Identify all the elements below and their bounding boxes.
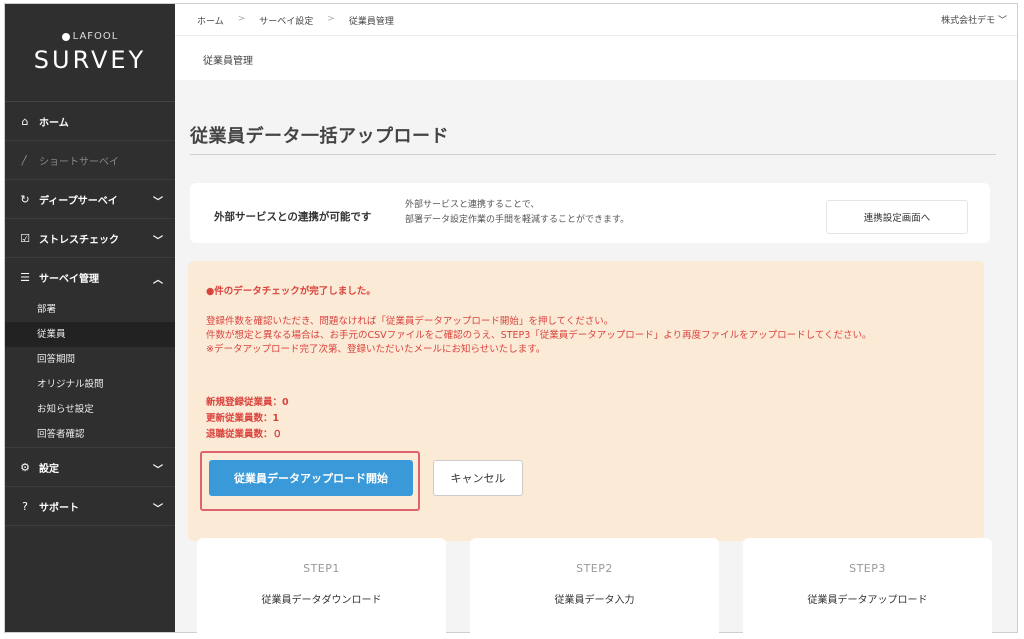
sidebar-item-support[interactable]: ? サポート ﹀: [5, 487, 175, 526]
submenu-item-department[interactable]: 部署: [5, 297, 175, 322]
company-selector[interactable]: 株式会社デモ ﹀: [941, 13, 1007, 26]
brand-title: SURVEY: [33, 46, 147, 74]
company-name: 株式会社デモ: [941, 16, 996, 26]
sliders-icon: ☰: [20, 271, 30, 284]
external-service-label: 外部サービスとの連携が可能です: [214, 211, 372, 223]
step-name: 従業員データダウンロード: [261, 595, 382, 606]
new-employee-count: 新規登録従業員：0: [206, 397, 289, 408]
retired-employee-count: 退職従業員数：０: [206, 429, 283, 440]
notice-body: 登録件数を確認いただき、問題なければ「従業員データアップロード開始」を押してくだ…: [206, 315, 966, 357]
step-name: 従業員データ入力: [554, 595, 635, 606]
home-icon: ⌂: [21, 114, 29, 128]
chevron-down-icon: ﹀: [997, 16, 1007, 26]
sidebar-item-label: サポート: [39, 502, 79, 514]
step-label: STEP3: [849, 562, 886, 575]
breadcrumb: ホーム > サーベイ設定 > 従業員管理: [197, 14, 394, 27]
sidebar-item-label: ディープサーベイ: [39, 195, 118, 207]
sidebar-item-label: 設定: [39, 463, 59, 475]
sidebar-item-label: サーベイ管理: [39, 274, 99, 285]
sidebar-item-settings[interactable]: ⚙ 設定 ﹀: [5, 448, 175, 487]
chevron-down-icon: ﹀: [153, 236, 163, 247]
submenu-item-respondent-check[interactable]: 回答者確認: [5, 422, 175, 447]
step-label: STEP2: [576, 562, 613, 575]
chevron-up-icon: ︿: [153, 275, 163, 286]
topbar: ホーム > サーベイ設定 > 従業員管理 株式会社デモ ﹀: [175, 4, 1017, 36]
start-button-highlight: 従業員データアップロード開始: [200, 451, 420, 511]
chevron-down-icon: ﹀: [153, 504, 163, 515]
external-service-card: 外部サービスとの連携が可能です 外部サービスと連携することで、 部署データ設定作…: [190, 183, 990, 243]
step-label: STEP1: [303, 562, 340, 575]
sidebar-item-stress-check[interactable]: ☑ ストレスチェック ﹀: [5, 219, 175, 258]
breadcrumb-survey-settings[interactable]: サーベイ設定: [259, 14, 313, 27]
sidebar-item-survey-admin[interactable]: ☰ サーベイ管理 ︿: [5, 258, 175, 297]
external-desc-line: 外部サービスと連携することで、: [405, 200, 540, 210]
external-desc-line: 部署データ設定作業の手間を軽減することができます。: [405, 215, 630, 225]
notice-headline: ●件のデータチェックが完了しました。: [206, 286, 376, 297]
submenu-item-answer-period[interactable]: 回答期間: [5, 347, 175, 372]
sidebar-item-label: ショートサーベイ: [39, 156, 119, 168]
data-check-notice: ●件のデータチェックが完了しました。 登録件数を確認いただき、問題なければ「従業…: [188, 261, 984, 541]
notice-line: ※データアップロード完了次第、登録いただいたメールにお知らせいたします。: [206, 344, 546, 355]
breadcrumb-separator-icon: >: [327, 14, 335, 24]
sidebar: LAFOOL SURVEY ⌂ ホーム 〳 ショートサーベイ ↻ ディープサーベ…: [5, 4, 175, 632]
submenu-item-original-questions[interactable]: オリジナル設問: [5, 372, 175, 397]
checkbox-icon: ☑: [20, 231, 30, 245]
title-divider: [190, 154, 996, 155]
logo-dot-icon: [61, 32, 70, 41]
sidebar-item-label: ストレスチェック: [39, 234, 119, 246]
sidebar-item-short-survey[interactable]: 〳 ショートサーベイ: [5, 141, 175, 180]
breadcrumb-separator-icon: >: [237, 14, 246, 24]
page-title: 従業員データ一括アップロード: [190, 126, 449, 147]
gear-icon: ⚙: [20, 460, 30, 474]
sidebar-item-home[interactable]: ⌂ ホーム: [5, 102, 175, 141]
notice-line: 件数が想定と異なる場合は、お手元のCSVファイルをご確認のうえ、STEP3「従業…: [206, 330, 872, 341]
updated-employee-count: 更新従業員数：1: [206, 413, 280, 424]
integration-settings-button[interactable]: 連携設定画面へ: [826, 200, 968, 234]
external-service-description: 外部サービスと連携することで、 部署データ設定作業の手間を軽減することができます…: [405, 198, 629, 228]
logo[interactable]: LAFOOL SURVEY: [5, 4, 175, 102]
submenu-item-notification-settings[interactable]: お知らせ設定: [5, 397, 175, 422]
step-card-3[interactable]: STEP3 従業員データアップロード: [743, 538, 992, 639]
question-icon: ?: [22, 499, 28, 513]
cancel-button[interactable]: キャンセル: [433, 460, 523, 496]
subheader: 従業員管理: [175, 36, 1017, 80]
chevron-down-icon: ﹀: [153, 465, 163, 476]
submenu-item-employee[interactable]: 従業員: [5, 322, 175, 347]
subheader-title: 従業員管理: [203, 56, 253, 67]
refresh-icon: ↻: [20, 192, 30, 206]
trend-icon: 〳: [19, 154, 31, 167]
notice-line: 登録件数を確認いただき、問題なければ「従業員データアップロード開始」を押してくだ…: [206, 316, 614, 327]
breadcrumb-current: 従業員管理: [348, 17, 394, 27]
step-name: 従業員データアップロード: [807, 595, 928, 606]
sidebar-item-label: ホーム: [39, 117, 69, 129]
breadcrumb-home[interactable]: ホーム: [197, 14, 224, 27]
sidebar-item-deep-survey[interactable]: ↻ ディープサーベイ ﹀: [5, 180, 175, 219]
step-card-1[interactable]: STEP1 従業員データダウンロード: [197, 538, 446, 639]
start-upload-button[interactable]: 従業員データアップロード開始: [209, 460, 413, 496]
survey-admin-submenu: 部署 従業員 回答期間 オリジナル設問 お知らせ設定 回答者確認: [5, 297, 175, 448]
logo-brand: LAFOOL: [61, 31, 119, 42]
step-card-2[interactable]: STEP2 従業員データ入力: [470, 538, 719, 639]
brand-name: LAFOOL: [72, 31, 119, 42]
chevron-down-icon: ﹀: [153, 197, 163, 208]
record-counts: 新規登録従業員：0 更新従業員数：1 退職従業員数：０: [206, 395, 289, 443]
